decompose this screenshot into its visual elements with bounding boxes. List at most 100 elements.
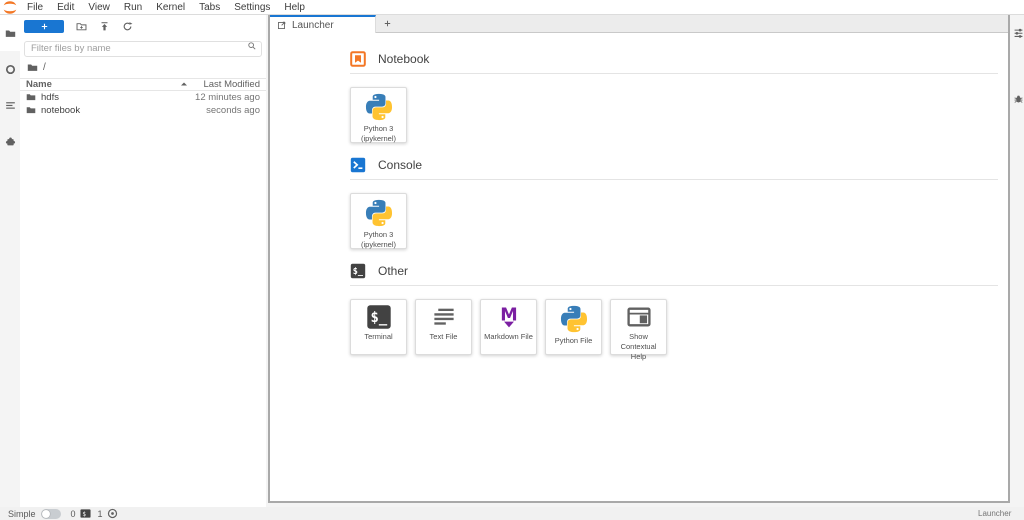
section-title: Notebook [378, 52, 429, 66]
terminal-status-icon[interactable]: $ [80, 508, 91, 519]
status-bar: Simple 0 $ 1 Launcher [0, 507, 1024, 520]
launcher-card[interactable]: $_ Terminal [350, 299, 407, 355]
python-logo-icon [364, 198, 394, 228]
launcher-section-console: Console Python 3 (ipykernel) [350, 157, 998, 249]
file-name: notebook [41, 105, 80, 116]
right-sidebar [1012, 15, 1024, 507]
left-sidebar [0, 15, 20, 507]
file-browser-toolbar [20, 15, 266, 33]
filter-box [24, 38, 262, 57]
launcher-card[interactable]: Show Contextual Help [610, 299, 667, 355]
file-listing: hdfs 12 minutes ago notebook seconds ago [20, 91, 266, 117]
bug-icon [1013, 93, 1024, 104]
launcher-tab-icon [277, 20, 287, 30]
jupyterlab-app: FileEditViewRunKernelTabsSettingsHelp / … [0, 0, 1024, 520]
list-icon [5, 100, 16, 111]
card-label: Terminal [362, 332, 394, 342]
launcher-card[interactable]: Text File [415, 299, 472, 355]
dock-panel: Launcher NotebookPython 3 (ipykernel)Con… [268, 15, 1010, 503]
upload-button[interactable] [93, 20, 116, 33]
card-label: Markdown File [482, 332, 535, 342]
python-logo-icon [559, 304, 589, 334]
toggle-knob [42, 510, 50, 518]
card-row: $_ Terminal Text File M Markdown File Python … [350, 299, 998, 355]
menu-item-run[interactable]: Run [117, 0, 149, 14]
svg-text:$_: $_ [353, 267, 364, 277]
markdown-icon: M [496, 304, 522, 330]
folder-icon [27, 62, 38, 73]
launcher-card[interactable]: Python 3 (ipykernel) [350, 193, 407, 249]
menu-item-file[interactable]: File [20, 0, 50, 14]
refresh-button[interactable] [116, 20, 139, 33]
sidebar-tab-property-inspector[interactable] [1012, 21, 1024, 43]
launcher-card[interactable]: M Markdown File [480, 299, 537, 355]
breadcrumb[interactable]: / [20, 60, 266, 76]
terminals-count[interactable]: 0 [71, 509, 76, 519]
card-row: Python 3 (ipykernel) [350, 87, 998, 143]
breadcrumb-path: / [43, 62, 46, 73]
terminal-icon: $_ [366, 304, 392, 330]
section-header: Notebook [350, 51, 998, 74]
upload-icon [99, 21, 110, 32]
file-modified: seconds ago [206, 105, 260, 116]
folder-icon [26, 92, 36, 102]
add-tab-button[interactable] [376, 15, 398, 32]
simple-mode-label: Simple [8, 509, 36, 519]
new-folder-icon [76, 21, 87, 32]
file-browser-panel: / Name Last Modified hdfs12 minutes agon… [20, 15, 266, 507]
search-icon [247, 41, 257, 51]
menu-bar: FileEditViewRunKernelTabsSettingsHelp [0, 0, 1024, 15]
jupyter-logo-icon[interactable] [0, 1, 20, 14]
table-row[interactable]: notebook seconds ago [20, 104, 266, 117]
new-launcher-button[interactable] [24, 20, 64, 33]
section-header: Console [350, 157, 998, 180]
file-name: hdfs [41, 92, 59, 103]
sidebar-tab-file-browser[interactable] [0, 15, 20, 51]
section-header: $_Other [350, 263, 998, 286]
column-last-modified[interactable]: Last Modified [198, 79, 260, 90]
menu-item-tabs[interactable]: Tabs [192, 0, 227, 14]
filter-input[interactable] [24, 41, 262, 57]
menu-item-view[interactable]: View [81, 0, 117, 14]
menu-item-edit[interactable]: Edit [50, 0, 81, 14]
refresh-icon [122, 21, 133, 32]
card-label: Python 3 (ipykernel) [351, 230, 406, 250]
listing-header[interactable]: Name Last Modified [20, 78, 266, 91]
sidebar-tab-table-of-contents[interactable] [0, 87, 20, 123]
kernel-status-icon[interactable] [107, 508, 118, 519]
sort-caret-up-icon [180, 80, 188, 88]
tab-launcher[interactable]: Launcher [270, 15, 376, 33]
tab-label: Launcher [292, 20, 334, 31]
menu-item-kernel[interactable]: Kernel [149, 0, 192, 14]
puzzle-icon [5, 136, 16, 147]
launcher-card[interactable]: Python File [545, 299, 602, 355]
card-row: Python 3 (ipykernel) [350, 193, 998, 249]
card-label: Text File [428, 332, 460, 342]
notebook-icon [350, 51, 366, 67]
launcher-body: Notebook Python 3 (ipykernel) Console Pytho… [270, 33, 1008, 355]
contextual-help-icon [626, 304, 652, 330]
text-file-icon [431, 304, 457, 330]
column-name[interactable]: Name [26, 79, 180, 90]
sidebar-tab-running-terminals-and-kernels[interactable] [0, 51, 20, 87]
tab-bar: Launcher [270, 15, 1008, 33]
plus-icon-white [40, 22, 49, 31]
menu-item-settings[interactable]: Settings [227, 0, 277, 14]
new-folder-button[interactable] [70, 20, 93, 33]
card-label: Show Contextual Help [611, 332, 666, 361]
launcher-card[interactable]: Python 3 (ipykernel) [350, 87, 407, 143]
kernels-count[interactable]: 1 [98, 509, 103, 519]
section-title: Console [378, 158, 422, 172]
launcher-panel: Notebook Python 3 (ipykernel) Console Pytho… [270, 33, 1008, 501]
sidebar-tab-extension-manager[interactable] [0, 123, 20, 159]
sidebar-tab-debugger[interactable] [1012, 87, 1024, 109]
simple-mode-toggle[interactable] [41, 509, 61, 519]
folder-icon [26, 105, 36, 115]
table-row[interactable]: hdfs 12 minutes ago [20, 91, 266, 104]
sliders-icon [1013, 27, 1024, 38]
statusbar-right-text: Launcher [978, 509, 1011, 518]
console-icon [350, 157, 366, 173]
plus-icon [383, 19, 392, 28]
file-modified: 12 minutes ago [195, 92, 260, 103]
menu-item-help[interactable]: Help [277, 0, 312, 14]
